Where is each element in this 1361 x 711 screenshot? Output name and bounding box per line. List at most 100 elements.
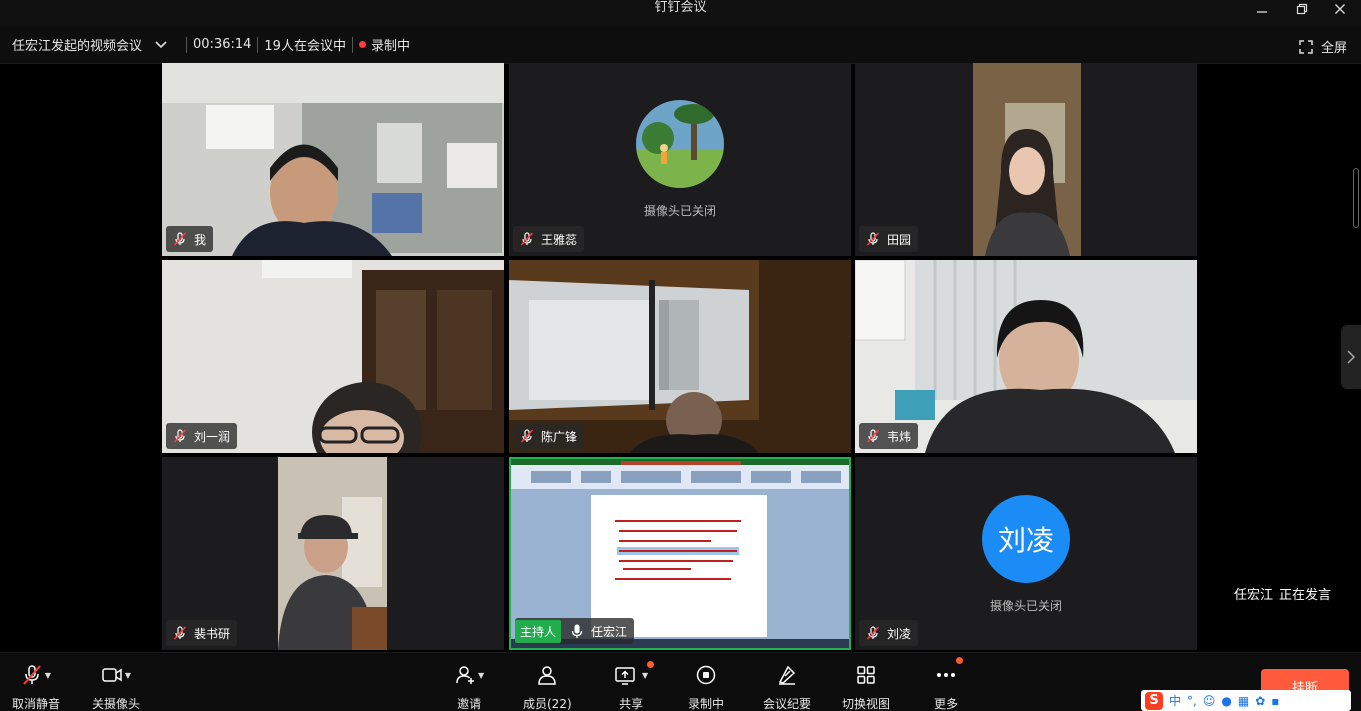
mic-muted-icon: [172, 625, 188, 641]
minutes-icon: [778, 665, 796, 685]
toolbox-icon[interactable]: ▪: [1271, 694, 1279, 708]
participant-name: 韦炜: [887, 429, 912, 444]
participant-name: 我: [194, 232, 207, 247]
ime-mode[interactable]: 中: [1169, 692, 1181, 709]
sogou-logo-icon: S: [1145, 691, 1163, 710]
camera-off-text: 摄像头已关闭: [643, 204, 716, 218]
participant-nametag: 我: [166, 226, 214, 252]
close-icon: [1335, 4, 1345, 14]
add-user-icon: [456, 666, 474, 684]
fullscreen-button[interactable]: 全屏: [1299, 37, 1347, 56]
video-tile-liu-ling[interactable]: 刘凌 摄像头已关闭 刘凌: [855, 457, 1197, 650]
meeting-title-dropdown[interactable]: 任宏江发起的视频会议: [12, 35, 168, 54]
mic-muted-icon: [865, 625, 881, 641]
unmute-button[interactable]: ▼ 取消静音: [12, 663, 60, 711]
video-tile-chen-guangfeng[interactable]: 陈广锋: [509, 260, 851, 453]
divider: [351, 36, 353, 53]
mic-muted-icon: [865, 231, 881, 247]
participant-name: 刘一润: [194, 429, 231, 444]
minimize-button[interactable]: [1247, 0, 1277, 18]
record-button[interactable]: 录制中: [688, 663, 724, 711]
active-speaker-indicator: 任宏江 正在发言: [1234, 584, 1331, 603]
participant-nametag: 刘一润: [166, 423, 238, 449]
participant-name: 陈广锋: [541, 429, 578, 444]
caret-down-icon: ▼: [124, 670, 132, 680]
speaker-name: 任宏江: [1233, 588, 1273, 603]
video-tile-ren-hongjiang[interactable]: 主持人 任宏江: [509, 457, 851, 650]
keyboard-icon[interactable]: ▦: [1238, 694, 1249, 708]
participant-video: [162, 63, 504, 256]
grid-view-icon: [857, 666, 875, 684]
invite-label: 邀请: [457, 697, 482, 711]
video-tile-tian-yuan[interactable]: 田园: [855, 63, 1197, 256]
caret-down-icon: ▼: [642, 670, 649, 680]
notification-dot: [647, 661, 655, 668]
restore-button[interactable]: [1287, 0, 1317, 18]
invite-button[interactable]: ▼ 邀请: [454, 663, 484, 711]
meeting-minutes-label: 会议纪要: [763, 697, 812, 711]
meeting-minutes-button[interactable]: 会议纪要: [763, 663, 811, 711]
participant-nametag: 陈广锋: [513, 423, 585, 449]
screen-share-icon: [615, 667, 635, 685]
punctuation-icon[interactable]: °,: [1187, 694, 1197, 708]
meeting-duration: 00:36:14: [193, 37, 252, 52]
record-label: 录制中: [688, 697, 725, 711]
share-button[interactable]: ▼ 共享: [614, 661, 655, 711]
title-bar: 钉钉会议: [0, 0, 1361, 26]
ime-toolbar[interactable]: S 中 °, ☺ ● ▦ ✿ ▪: [1141, 690, 1351, 711]
restore-icon: [1296, 3, 1308, 15]
next-page-button[interactable]: [1341, 325, 1361, 389]
record-icon: [696, 665, 716, 685]
participant-name: 任宏江: [591, 624, 628, 639]
chevron-right-icon: [1347, 350, 1355, 364]
emoji-icon[interactable]: ☺: [1203, 694, 1216, 708]
mic-muted-icon: [519, 428, 535, 444]
notification-dot: [956, 657, 963, 664]
mic-muted-icon: [172, 428, 188, 444]
recording-status: 录制中: [370, 39, 410, 54]
more-button[interactable]: 更多: [934, 657, 963, 711]
members-button[interactable]: 成员(22): [523, 663, 572, 711]
members-icon: [538, 666, 557, 685]
participant-nametag: 韦炜: [859, 423, 919, 449]
meeting-info-bar: 任宏江发起的视频会议 00:36:14 19人在会议中 录制中 全屏: [0, 26, 1361, 64]
voice-icon[interactable]: ●: [1221, 694, 1231, 708]
mic-muted-icon: [172, 231, 188, 247]
participant-count: 19人在会议中: [264, 39, 346, 54]
participant-nametag: 田园: [859, 226, 919, 252]
skin-icon[interactable]: ✿: [1255, 694, 1265, 708]
share-label: 共享: [619, 697, 644, 711]
caret-down-icon: ▼: [44, 670, 52, 680]
video-tile-pei-shuyan[interactable]: 裴书研: [162, 457, 504, 650]
video-tile-me[interactable]: 我: [162, 63, 504, 256]
mic-muted-icon: [519, 231, 535, 247]
unmute-label: 取消静音: [12, 697, 61, 711]
scrollbar[interactable]: [1353, 168, 1359, 228]
divider: [257, 36, 259, 53]
switch-view-label: 切换视图: [842, 697, 891, 711]
meeting-title: 任宏江发起的视频会议: [12, 39, 143, 54]
mic-muted-icon: [865, 428, 881, 444]
video-tile-wang-yarui[interactable]: 摄像头已关闭 王雅蕊: [509, 63, 851, 256]
avatar: [636, 100, 724, 188]
record-dot-icon: [358, 41, 366, 48]
participant-nametag: 主持人 任宏江: [515, 618, 635, 644]
participant-name: 田园: [887, 232, 912, 247]
host-badge: 主持人: [515, 619, 562, 643]
more-label: 更多: [934, 697, 959, 711]
close-button[interactable]: [1325, 0, 1355, 18]
mic-muted-icon: [23, 665, 41, 685]
camera-off-label: 关摄像头: [92, 697, 141, 711]
divider: [186, 36, 188, 53]
speaker-status: 正在发言: [1278, 588, 1331, 603]
fullscreen-label: 全屏: [1320, 41, 1347, 56]
window-title: 钉钉会议: [654, 0, 707, 15]
video-tile-liu-yirun[interactable]: 刘一润: [162, 260, 504, 453]
chevron-down-icon: [155, 40, 167, 48]
video-camera-icon: [102, 668, 122, 682]
camera-off-button[interactable]: ▼ 关摄像头: [92, 663, 140, 711]
avatar: 刘凌: [982, 495, 1070, 583]
recording-indicator: 录制中: [358, 35, 410, 54]
switch-view-button[interactable]: 切换视图: [842, 663, 890, 711]
video-tile-wei-wei[interactable]: 韦炜: [855, 260, 1197, 453]
